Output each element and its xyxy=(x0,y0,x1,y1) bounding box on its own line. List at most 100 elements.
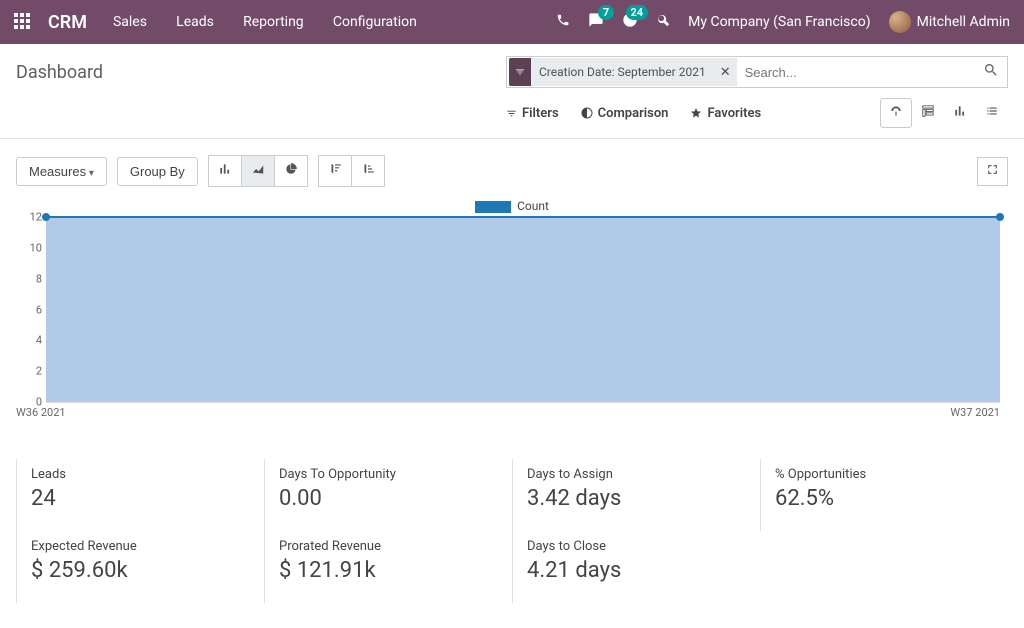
measures-button[interactable]: Measures xyxy=(16,157,107,186)
kpi-grid: Leads 24 Days To Opportunity 0.00 Days to As… xyxy=(16,459,1008,603)
user-name: Mitchell Admin xyxy=(917,14,1010,30)
list-icon xyxy=(985,104,999,118)
kpi-label: % Opportunities xyxy=(775,467,994,482)
facet-remove[interactable]: ✕ xyxy=(714,58,737,86)
chart-point[interactable] xyxy=(996,213,1004,221)
kpi-cell[interactable]: Days To Opportunity 0.00 xyxy=(264,459,512,531)
kpi-cell[interactable]: Expected Revenue $ 259.60k xyxy=(16,531,264,603)
y-tick: 10 xyxy=(18,241,42,254)
kpi-cell[interactable]: Days to Assign 3.42 days xyxy=(512,459,760,531)
sort-asc-button[interactable] xyxy=(351,155,385,187)
menu-leads[interactable]: Leads xyxy=(176,14,214,30)
search-box[interactable]: Creation Date: September 2021 ✕ xyxy=(506,56,1008,88)
bar-chart-icon xyxy=(218,162,232,176)
navbar-menu: Sales Leads Reporting Configuration xyxy=(113,14,443,30)
dashboard-content: Measures Group By Count 024681012 W36 20… xyxy=(0,139,1024,628)
kpi-value: 4.21 days xyxy=(527,558,746,583)
kpi-cell[interactable]: Leads 24 xyxy=(16,459,264,531)
filters-dropdown[interactable]: Filters xyxy=(506,98,559,128)
star-icon xyxy=(690,107,702,119)
chart-area: Count 024681012 W36 2021 W37 2021 xyxy=(16,199,1008,429)
chart-type-group xyxy=(208,155,308,187)
groupby-button[interactable]: Group By xyxy=(117,157,198,186)
kpi-value: 62.5% xyxy=(775,486,994,511)
view-dashboard[interactable] xyxy=(880,98,912,128)
chart-line-button[interactable] xyxy=(241,155,275,187)
chart-point[interactable] xyxy=(42,213,50,221)
main-navbar: CRM Sales Leads Reporting Configuration … xyxy=(0,0,1024,44)
activities-icon[interactable]: 24 xyxy=(622,12,638,32)
menu-reporting[interactable]: Reporting xyxy=(243,14,304,30)
graph-icon xyxy=(953,104,967,118)
kpi-value: $ 121.91k xyxy=(279,558,498,583)
y-tick: 12 xyxy=(18,211,42,224)
search-facet: Creation Date: September 2021 ✕ xyxy=(509,58,737,86)
breadcrumb: Dashboard xyxy=(16,62,103,83)
expand-icon xyxy=(986,163,999,176)
kpi-label: Prorated Revenue xyxy=(279,539,498,554)
kpi-label: Days to Assign xyxy=(527,467,746,482)
chart-legend: Count xyxy=(16,199,1008,213)
kpi-value: 0.00 xyxy=(279,486,498,511)
filter-icon xyxy=(509,58,531,86)
search-icon[interactable] xyxy=(983,62,999,82)
menu-sales[interactable]: Sales xyxy=(113,14,147,30)
company-switcher[interactable]: My Company (San Francisco) xyxy=(688,14,870,30)
menu-configuration[interactable]: Configuration xyxy=(333,14,417,30)
messages-badge: 7 xyxy=(598,5,614,20)
kpi-label: Expected Revenue xyxy=(31,539,250,554)
messages-icon[interactable]: 7 xyxy=(588,12,604,32)
kpi-cell[interactable]: % Opportunities 62.5% xyxy=(760,459,1008,531)
comparison-dropdown[interactable]: Comparison xyxy=(581,98,669,128)
comparison-icon xyxy=(581,107,593,119)
dashboard-icon xyxy=(889,104,903,118)
filter-icon xyxy=(506,108,517,119)
kpi-cell[interactable]: Prorated Revenue $ 121.91k xyxy=(264,531,512,603)
y-tick: 6 xyxy=(18,303,42,316)
sort-desc-icon xyxy=(328,162,342,176)
y-tick: 4 xyxy=(18,334,42,347)
view-list[interactable] xyxy=(976,98,1008,128)
search-input[interactable] xyxy=(737,65,1007,80)
kpi-label: Days to Close xyxy=(527,539,746,554)
kpi-value: 3.42 days xyxy=(527,486,746,511)
control-panel: Dashboard Creation Date: September 2021 … xyxy=(0,44,1024,139)
chart-bar-button[interactable] xyxy=(208,155,242,187)
chart-pie-button[interactable] xyxy=(274,155,308,187)
legend-label: Count xyxy=(517,199,549,213)
apps-icon[interactable] xyxy=(14,13,32,31)
tools-icon[interactable] xyxy=(656,13,670,31)
view-pivot[interactable] xyxy=(912,98,944,128)
sort-desc-button[interactable] xyxy=(318,155,352,187)
area-chart-icon xyxy=(251,162,265,176)
pie-chart-icon xyxy=(284,162,298,176)
avatar xyxy=(889,11,911,33)
y-tick: 8 xyxy=(18,272,42,285)
x-label-left: W36 2021 xyxy=(16,406,66,419)
app-brand[interactable]: CRM xyxy=(48,12,87,33)
user-menu[interactable]: Mitchell Admin xyxy=(889,11,1010,33)
kpi-value: $ 259.60k xyxy=(31,558,250,583)
view-graph[interactable] xyxy=(944,98,976,128)
kpi-value: 24 xyxy=(31,486,250,511)
expand-button[interactable] xyxy=(977,157,1008,186)
kpi-label: Leads xyxy=(31,467,250,482)
sort-group xyxy=(318,155,385,187)
phone-icon[interactable] xyxy=(556,13,570,31)
kpi-label: Days To Opportunity xyxy=(279,467,498,482)
y-tick: 2 xyxy=(18,365,42,378)
sort-asc-icon xyxy=(361,162,375,176)
view-switcher xyxy=(880,98,1008,128)
company-label: My Company (San Francisco) xyxy=(688,14,870,30)
kpi-cell[interactable]: Days to Close 4.21 days xyxy=(512,531,760,603)
chart-line xyxy=(46,216,1000,218)
pivot-icon xyxy=(921,104,935,118)
facet-label: Creation Date: September 2021 xyxy=(531,58,714,86)
grid-line xyxy=(46,402,1000,403)
favorites-dropdown[interactable]: Favorites xyxy=(690,98,761,128)
activities-badge: 24 xyxy=(626,5,649,20)
x-label-right: W37 2021 xyxy=(950,406,1000,419)
legend-swatch xyxy=(475,201,511,213)
chart-plot: 024681012 xyxy=(46,217,1000,402)
chart-area-fill xyxy=(46,217,1000,402)
